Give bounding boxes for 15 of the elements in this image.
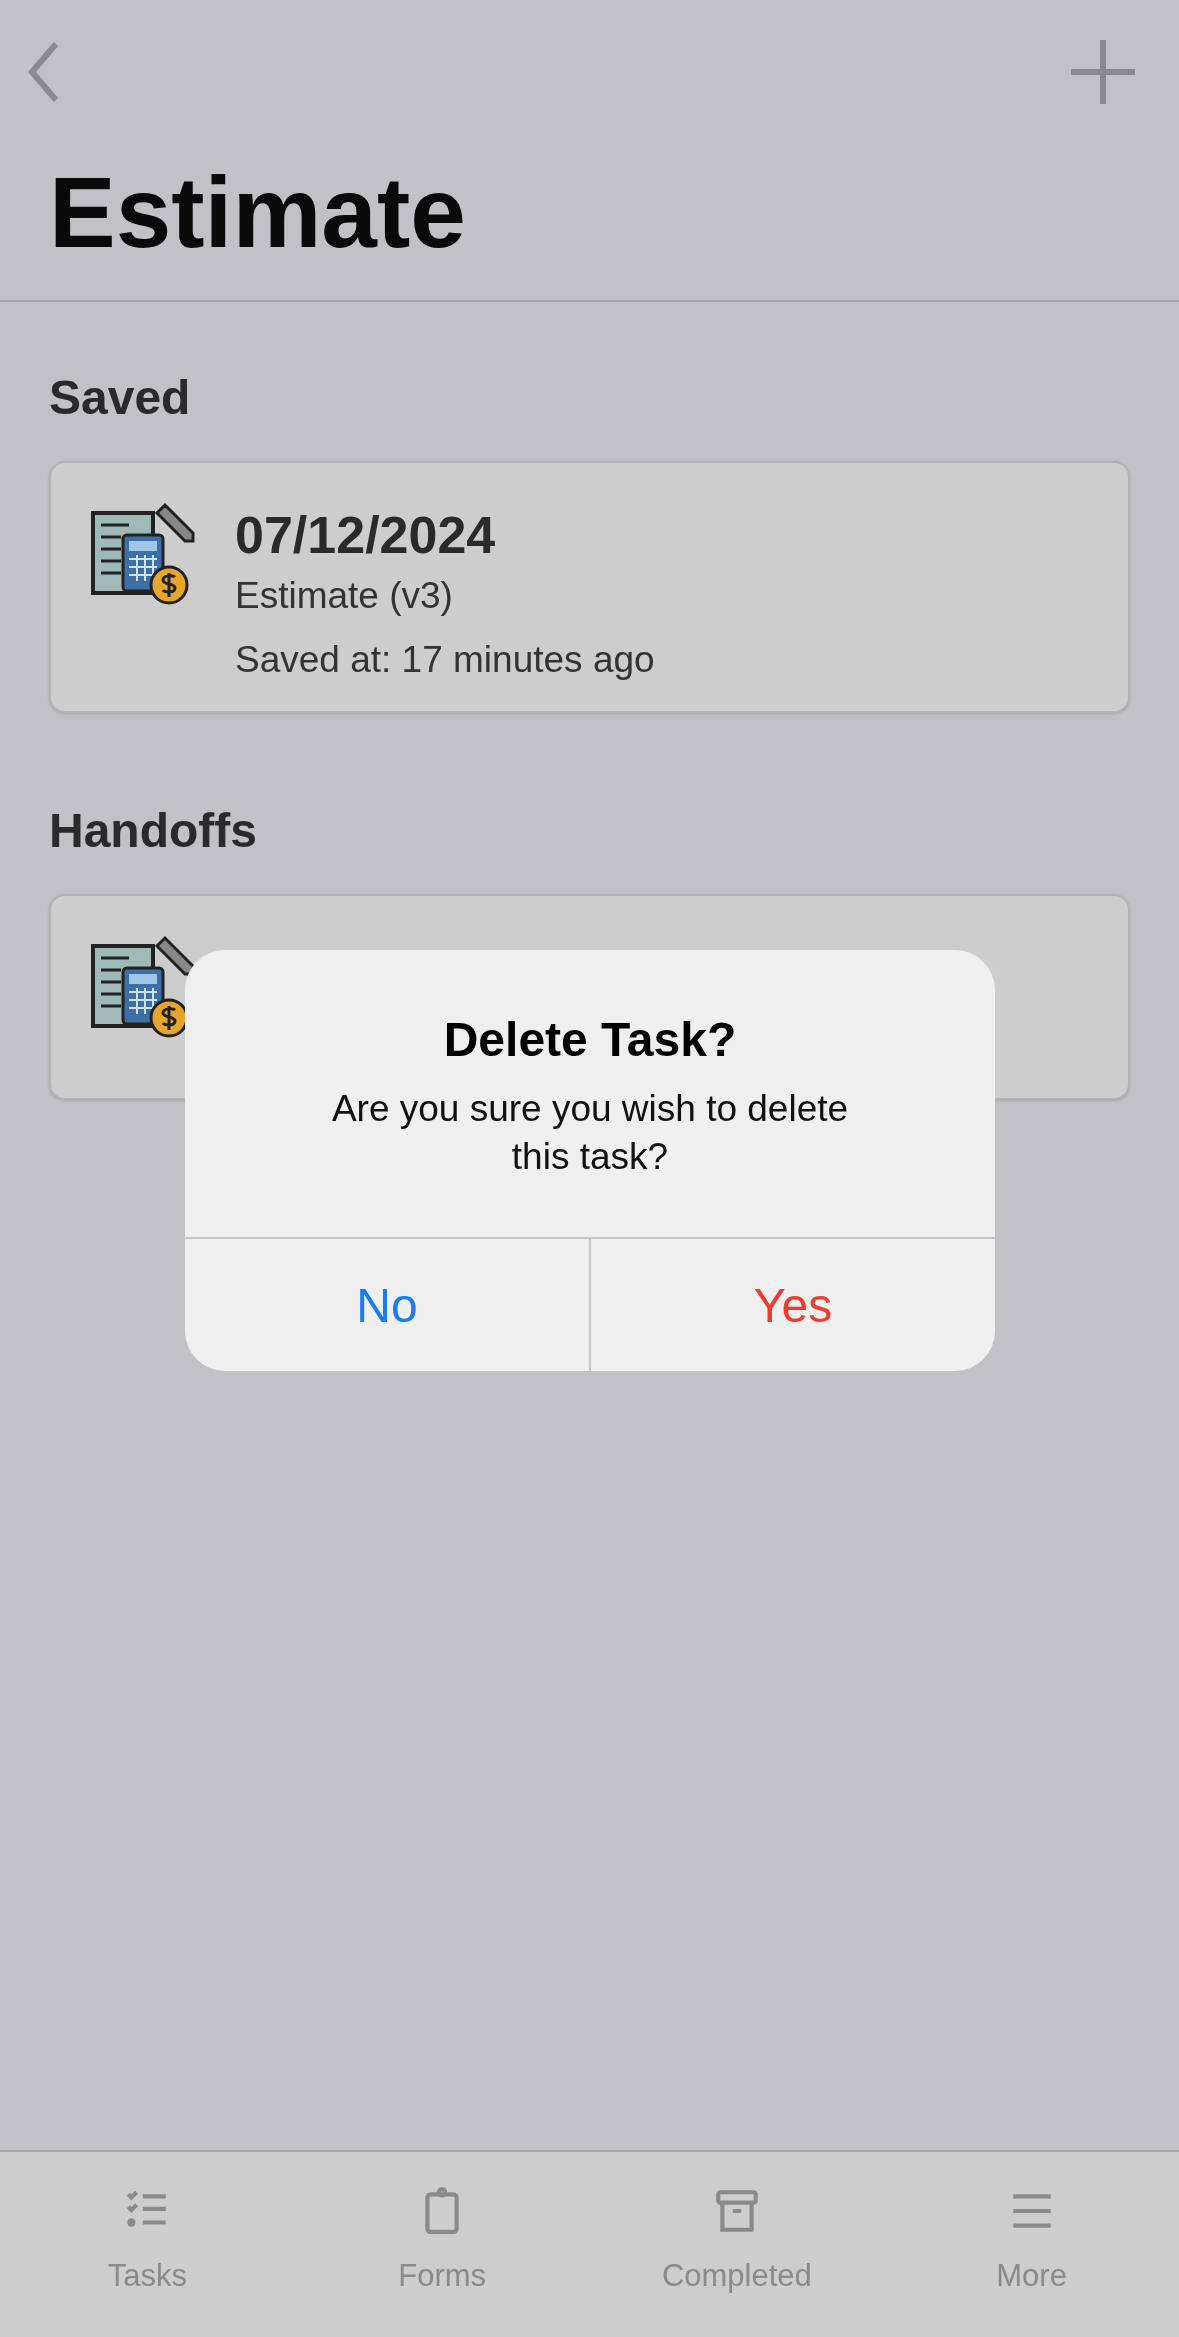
task-card[interactable]: 07/12/2024 Estimate (v3) Saved at: 17 minutes ago <box>49 461 1130 713</box>
tab-bar-item[interactable]: Completed <box>589 2152 885 2337</box>
tab-bar-item[interactable]: Forms <box>294 2152 590 2337</box>
dialog-message: Are you sure you wish to delete this task? <box>330 1087 850 1179</box>
section-heading: Saved <box>49 370 192 425</box>
section-heading: Handoffs <box>49 803 258 858</box>
cancel-button[interactable]: No <box>185 1239 589 1371</box>
tab-bar-item[interactable]: Tasks <box>0 2152 295 2337</box>
task-name: Estimate (v3) <box>235 575 454 617</box>
tab-bar-item[interactable]: More <box>884 2152 1179 2337</box>
saved-time: Saved at: 17 minutes ago <box>235 639 655 681</box>
dialog-title: Delete Task? <box>442 1012 738 1067</box>
page-title: Estimate <box>48 155 467 270</box>
task-date: 07/12/2024 <box>235 505 497 565</box>
confirm-button[interactable]: Yes <box>589 1239 995 1371</box>
